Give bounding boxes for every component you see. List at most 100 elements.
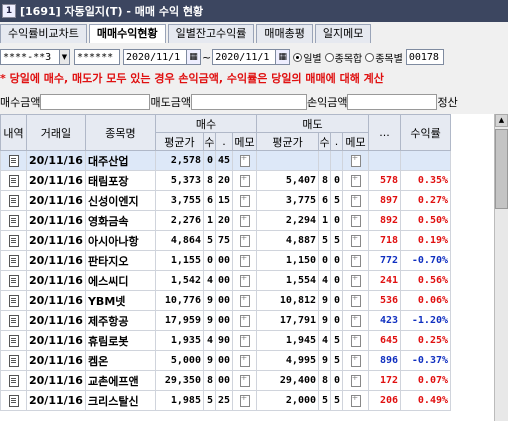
tab-return-compare-chart[interactable]: 수익률비교차트 (0, 24, 87, 43)
buy-memo-cell[interactable] (232, 370, 258, 391)
memo-add-icon[interactable] (350, 393, 361, 407)
table-row[interactable]: 20/11/16휴림로봇1,9354901,945456450.25% (0, 330, 452, 351)
memo-add-icon[interactable] (239, 313, 250, 327)
buy-memo-cell[interactable] (232, 250, 258, 271)
col-header-buy-sep[interactable]: . (214, 132, 234, 151)
radio-by-stock-sum[interactable]: 종목합 (324, 50, 362, 65)
detail-cell[interactable] (0, 230, 27, 251)
account-input[interactable]: ****-**3 (0, 49, 60, 65)
col-header-buy-qty[interactable]: 수 (202, 132, 216, 151)
detail-cell[interactable] (0, 290, 27, 311)
document-icon[interactable] (8, 375, 19, 387)
table-row[interactable]: 20/11/16판타지오1,1550001,15000772-0.70% (0, 250, 452, 271)
col-header-detail[interactable]: 내역 (0, 114, 27, 151)
buy-memo-cell[interactable] (232, 230, 258, 251)
detail-cell[interactable] (0, 170, 27, 191)
detail-cell[interactable] (0, 210, 27, 231)
memo-add-icon[interactable] (350, 153, 361, 167)
table-row[interactable]: 20/11/16아시아나항4,8645754,887557180.19% (0, 230, 452, 251)
col-header-rate[interactable]: 수익률 (400, 114, 452, 151)
tab-journal-memo[interactable]: 일지메모 (314, 24, 372, 43)
document-icon[interactable] (8, 195, 19, 207)
memo-add-icon[interactable] (350, 293, 361, 307)
radio-by-stock[interactable]: 종목별 (365, 50, 403, 65)
memo-add-icon[interactable] (239, 213, 250, 227)
buy-memo-cell[interactable] (232, 350, 258, 371)
col-header-sell-sep[interactable]: . (330, 132, 344, 151)
buy-memo-cell[interactable] (232, 290, 258, 311)
detail-cell[interactable] (0, 350, 27, 371)
sell-memo-cell[interactable] (342, 290, 370, 311)
memo-add-icon[interactable] (350, 253, 361, 267)
buy-memo-cell[interactable] (232, 150, 258, 171)
col-header-sell-qty[interactable]: 수 (318, 132, 332, 151)
date-from-input[interactable]: 2020/11/1 (123, 49, 187, 65)
memo-add-icon[interactable] (350, 213, 361, 227)
buy-memo-cell[interactable] (232, 210, 258, 231)
memo-add-icon[interactable] (239, 373, 250, 387)
sell-memo-cell[interactable] (342, 170, 370, 191)
sell-memo-cell[interactable] (342, 330, 370, 351)
col-header-name[interactable]: 종목명 (84, 114, 156, 151)
stock-code-input[interactable]: 00178 (405, 49, 444, 65)
sell-memo-cell[interactable] (342, 350, 370, 371)
table-row[interactable]: 20/11/16에스씨디1,5424001,554402410.56% (0, 270, 452, 291)
col-header-buy-memo[interactable]: 메모 (232, 132, 258, 151)
document-icon[interactable] (8, 355, 19, 367)
date-to-input[interactable]: 2020/11/1 (212, 49, 277, 65)
memo-add-icon[interactable] (239, 193, 250, 207)
memo-add-icon[interactable] (239, 273, 250, 287)
account-dropdown-icon[interactable]: ▼ (60, 49, 70, 65)
sell-memo-cell[interactable] (342, 210, 370, 231)
sell-memo-cell[interactable] (342, 310, 370, 331)
buy-memo-cell[interactable] (232, 270, 258, 291)
memo-add-icon[interactable] (239, 153, 250, 167)
memo-add-icon[interactable] (350, 193, 361, 207)
sell-memo-cell[interactable] (342, 250, 370, 271)
col-header-date[interactable]: 거래일 (26, 114, 86, 151)
col-header-sell-memo[interactable]: 메모 (342, 132, 370, 151)
document-icon[interactable] (8, 275, 19, 287)
memo-add-icon[interactable] (239, 173, 250, 187)
memo-add-icon[interactable] (350, 273, 361, 287)
memo-add-icon[interactable] (350, 313, 361, 327)
detail-cell[interactable] (0, 310, 27, 331)
detail-cell[interactable] (0, 370, 27, 391)
buy-memo-cell[interactable] (232, 190, 258, 211)
tab-trade-review[interactable]: 매매총평 (256, 24, 313, 43)
sell-memo-cell[interactable] (342, 190, 370, 211)
buy-memo-cell[interactable] (232, 390, 258, 411)
memo-add-icon[interactable] (239, 333, 250, 347)
radio-daily[interactable]: 일별 (293, 50, 322, 65)
memo-add-icon[interactable] (239, 393, 250, 407)
calendar-icon[interactable]: ▦ (276, 49, 291, 65)
sell-memo-cell[interactable] (342, 370, 370, 391)
memo-add-icon[interactable] (239, 233, 250, 247)
document-icon[interactable] (8, 155, 19, 167)
memo-add-icon[interactable] (350, 373, 361, 387)
sell-memo-cell[interactable] (342, 390, 370, 411)
sell-memo-cell[interactable] (342, 230, 370, 251)
table-row[interactable]: 20/11/16YBM넷10,77690010,812905360.06% (0, 290, 452, 311)
table-row[interactable]: 20/11/16태림포장5,3738205,407805780.35% (0, 170, 452, 191)
table-row[interactable]: 20/11/16교촌에프앤29,35080029,400801720.07% (0, 370, 452, 391)
buy-memo-cell[interactable] (232, 330, 258, 351)
memo-add-icon[interactable] (239, 293, 250, 307)
document-icon[interactable] (8, 295, 19, 307)
table-row[interactable]: 20/11/16영화금속2,2761202,294108920.50% (0, 210, 452, 231)
memo-add-icon[interactable] (350, 233, 361, 247)
memo-add-icon[interactable] (350, 173, 361, 187)
buy-memo-cell[interactable] (232, 310, 258, 331)
tab-daily-balance-return[interactable]: 일별잔고수익률 (167, 24, 255, 43)
calendar-icon[interactable]: ▦ (187, 49, 201, 65)
table-row[interactable]: 20/11/16크리스탈신1,9855252,000552060.49% (0, 390, 452, 411)
memo-add-icon[interactable] (350, 353, 361, 367)
document-icon[interactable] (8, 255, 19, 267)
scroll-up-icon[interactable]: ▲ (495, 114, 508, 127)
document-icon[interactable] (8, 395, 19, 407)
detail-cell[interactable] (0, 270, 27, 291)
detail-cell[interactable] (0, 330, 27, 351)
detail-cell[interactable] (0, 190, 27, 211)
detail-cell[interactable] (0, 150, 27, 171)
sell-memo-cell[interactable] (342, 270, 370, 291)
